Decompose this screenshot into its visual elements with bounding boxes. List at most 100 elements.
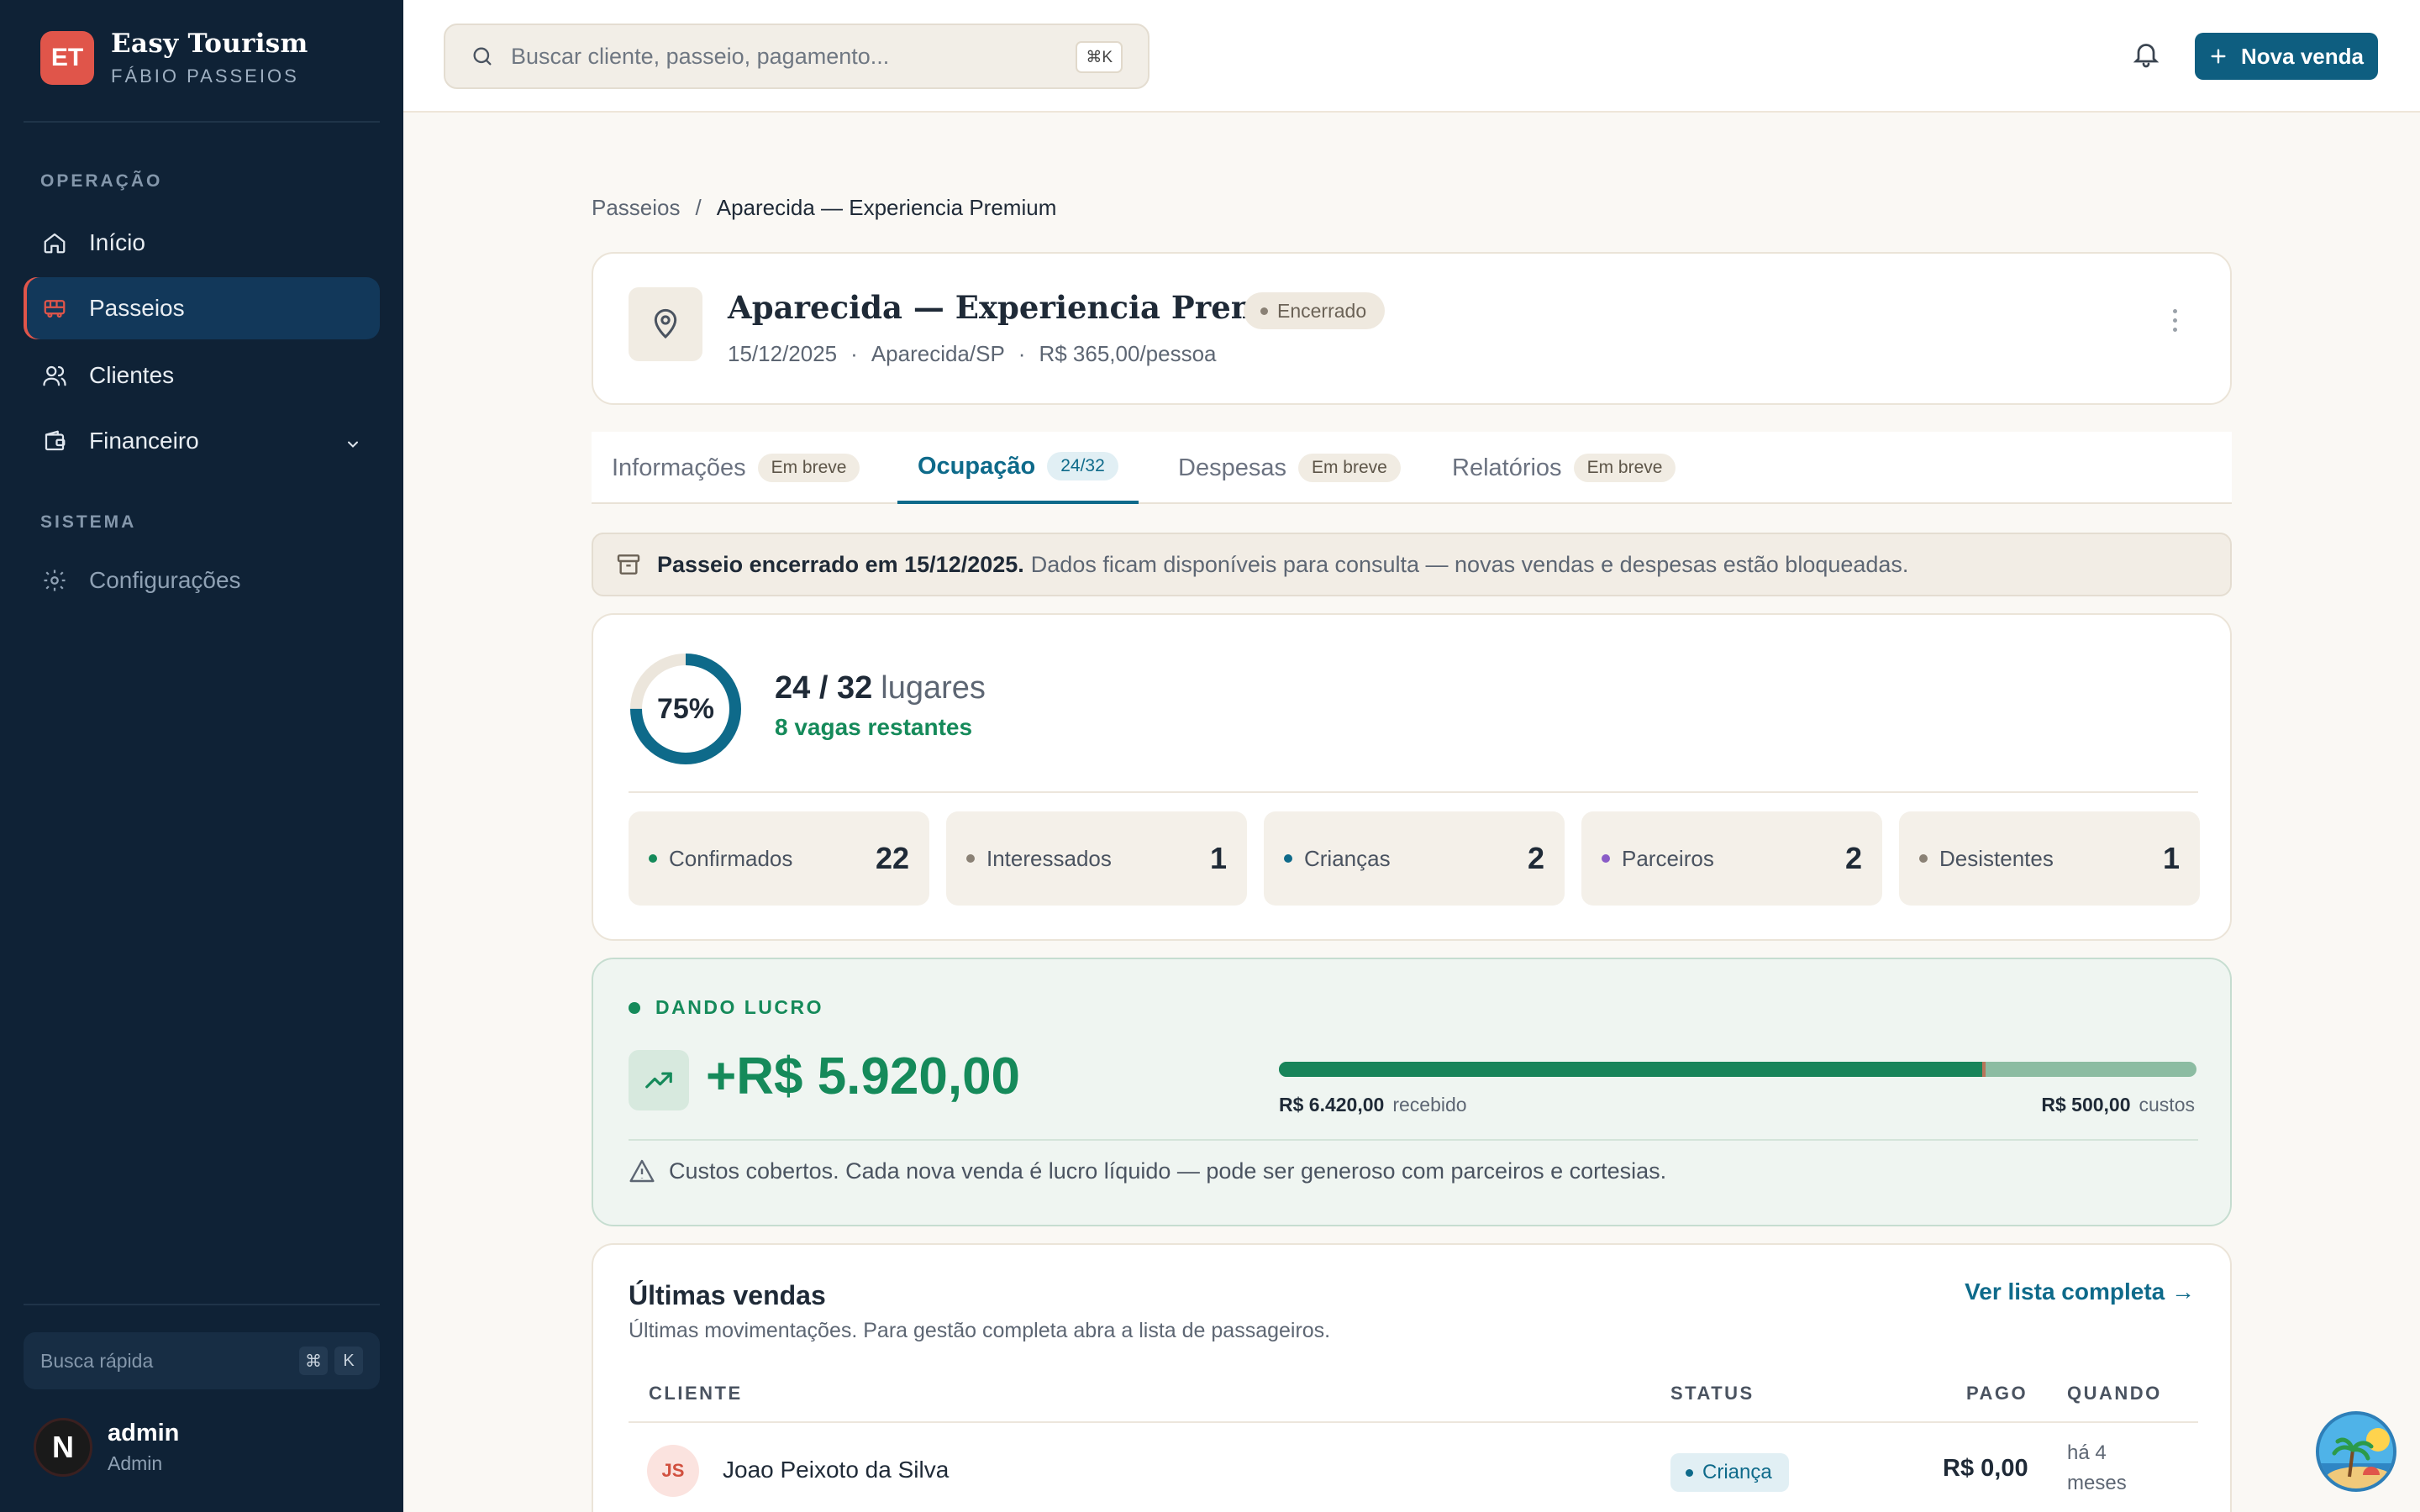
sidebar-item-inicio[interactable]: Início [24, 212, 380, 274]
table-divider [629, 1421, 2198, 1423]
sidebar-item-passeios[interactable]: Passeios [24, 277, 380, 339]
user-menu[interactable]: N admin Admin [34, 1418, 179, 1477]
chevron-down-icon[interactable] [345, 432, 361, 459]
sidebar-item-label: Financeiro [89, 428, 199, 454]
tour-meta: 15/12/2025 · Aparecida/SP · R$ 365,00/pe… [728, 341, 1217, 367]
user-role: Admin [108, 1452, 163, 1474]
column-header-paid[interactable]: PAGO [1966, 1383, 2028, 1404]
tab-informacoes[interactable]: Informações Em breve [612, 432, 860, 504]
profit-label: DANDO LUCRO [629, 996, 823, 1019]
tab-tag: Em breve [1573, 454, 1676, 482]
stat-parceiros[interactable]: Parceiros 2 [1581, 811, 1882, 906]
column-header-when[interactable]: QUANDO [2067, 1383, 2162, 1404]
sidebar-item-label: Início [89, 229, 145, 255]
view-full-list-link[interactable]: Ver lista completa → [1965, 1278, 2195, 1305]
tour-price: R$ 365,00/pessoa [1039, 341, 1217, 366]
sidebar-divider [24, 1304, 380, 1305]
seats-slash: / [818, 670, 829, 706]
stat-value: 2 [1844, 841, 1862, 875]
brand-subtitle: FÁBIO PASSEIOS [111, 66, 299, 87]
client-name: Joao Peixoto da Silva [723, 1457, 950, 1483]
gear-icon [40, 566, 69, 595]
closed-banner: Passeio encerrado em 15/12/2025. Dados f… [592, 533, 2232, 596]
sidebar-divider [24, 121, 380, 123]
banner-bold: Passeio encerrado em 15/12/2025. [657, 551, 1024, 577]
received-vs-costs-bar [1279, 1062, 2196, 1077]
column-header-client[interactable]: CLIENTE [649, 1383, 743, 1404]
seats-word: lugares [881, 670, 986, 706]
new-sale-button[interactable]: Nova venda [2195, 33, 2378, 80]
sidebar-item-configuracoes[interactable]: Configurações [24, 549, 380, 612]
section-subtitle: Últimas movimentações. Para gestão compl… [629, 1319, 1331, 1342]
brand-logo: ET [40, 31, 94, 85]
search-input[interactable]: Buscar cliente, passeio, pagamento... ⌘K [444, 24, 1150, 89]
profit-note: Custos cobertos. Cada nova venda é lucro… [629, 1158, 1666, 1184]
meta-separator: · [1018, 341, 1026, 366]
avatar: JS [647, 1445, 699, 1497]
bell-icon[interactable] [2131, 39, 2165, 72]
status-dot [1284, 854, 1292, 863]
divider [629, 1139, 2198, 1141]
wallet-icon [40, 427, 69, 455]
received-label: recebido [1392, 1094, 1467, 1116]
seats-count: 24 / 32 lugares [775, 670, 986, 706]
assistant-fab[interactable] [2316, 1411, 2396, 1492]
trending-up-icon [629, 1050, 689, 1110]
stat-value: 1 [2162, 841, 2180, 875]
tab-despesas[interactable]: Despesas Em breve [1178, 432, 1401, 504]
tab-label: Despesas [1178, 454, 1286, 481]
home-icon [40, 228, 69, 257]
avatar: N [34, 1418, 92, 1477]
profit-value: +R$ 5.920,00 [706, 1047, 1021, 1105]
sale-time: há 4 meses [2067, 1441, 2127, 1494]
warning-icon [629, 1159, 655, 1183]
tab-tag: Em breve [1297, 454, 1401, 482]
tab-relatorios[interactable]: Relatórios Em breve [1452, 432, 1676, 504]
stat-interessados[interactable]: Interessados 1 [946, 811, 1247, 906]
status-badge: Criança [1670, 1453, 1789, 1492]
search-shortcut: ⌘K [1076, 41, 1123, 73]
divider [629, 791, 2198, 793]
quick-search-button[interactable]: Busca rápida ⌘ K [24, 1332, 380, 1389]
status-dot [966, 854, 975, 863]
tab-tag: Em breve [757, 454, 860, 482]
kbd-k: K [334, 1347, 363, 1375]
meta-separator: · [850, 341, 858, 366]
page-title: Aparecida — Experiencia Premium [728, 289, 1331, 326]
kbd-cmd: ⌘ [299, 1347, 328, 1375]
tour-header-card: Aparecida — Experiencia Premium Encerrad… [592, 252, 2232, 405]
section-operacao: OPERAÇÃO [40, 171, 163, 191]
brand[interactable]: ET Easy Tourism FÁBIO PASSEIOS [40, 29, 308, 87]
stat-confirmados[interactable]: Confirmados 22 [629, 811, 929, 906]
section-sistema: SISTEMA [40, 512, 137, 532]
archive-icon [615, 551, 642, 578]
bus-icon [40, 294, 69, 323]
paid-amount: R$ 0,00 [1943, 1455, 2028, 1482]
stat-desistentes[interactable]: Desistentes 1 [1899, 811, 2200, 906]
stat-criancas[interactable]: Crianças 2 [1264, 811, 1565, 906]
column-header-status[interactable]: STATUS [1670, 1383, 1754, 1404]
tab-label: Informações [612, 454, 746, 481]
breadcrumb-separator: / [695, 195, 702, 220]
occupancy-percent: 75% [656, 692, 715, 725]
status-dot [649, 854, 657, 863]
costs-summary: R$ 500,00 custos [2041, 1094, 2195, 1116]
stat-label: Desistentes [1939, 845, 2054, 871]
profit-note-text: Custos cobertos. Cada nova venda é lucro… [669, 1158, 1667, 1184]
sidebar-item-financeiro[interactable]: Financeiro [24, 410, 380, 472]
status-badge: Encerrado [1244, 292, 1386, 329]
plus-icon [2209, 47, 2228, 66]
topbar: Buscar cliente, passeio, pagamento... ⌘K… [403, 0, 2420, 113]
sidebar-item-clientes[interactable]: Clientes [24, 344, 380, 407]
brand-name: Easy Tourism [111, 29, 308, 59]
more-options-icon[interactable] [2173, 309, 2180, 337]
sidebar-item-label: Configurações [89, 567, 241, 593]
banner-text: Dados ficam disponíveis para consulta — … [1030, 551, 1909, 577]
recent-sales-card: Últimas vendas Últimas movimentações. Pa… [592, 1243, 2232, 1512]
tab-tag: 24/32 [1047, 452, 1118, 480]
tab-ocupacao[interactable]: Ocupação 24/32 [897, 432, 1139, 504]
map-pin-icon [629, 287, 702, 361]
search-placeholder: Buscar cliente, passeio, pagamento... [511, 43, 890, 69]
tabs: Informações Em breve Ocupação 24/32 Desp… [592, 432, 2232, 504]
breadcrumb-root[interactable]: Passeios [592, 195, 681, 221]
